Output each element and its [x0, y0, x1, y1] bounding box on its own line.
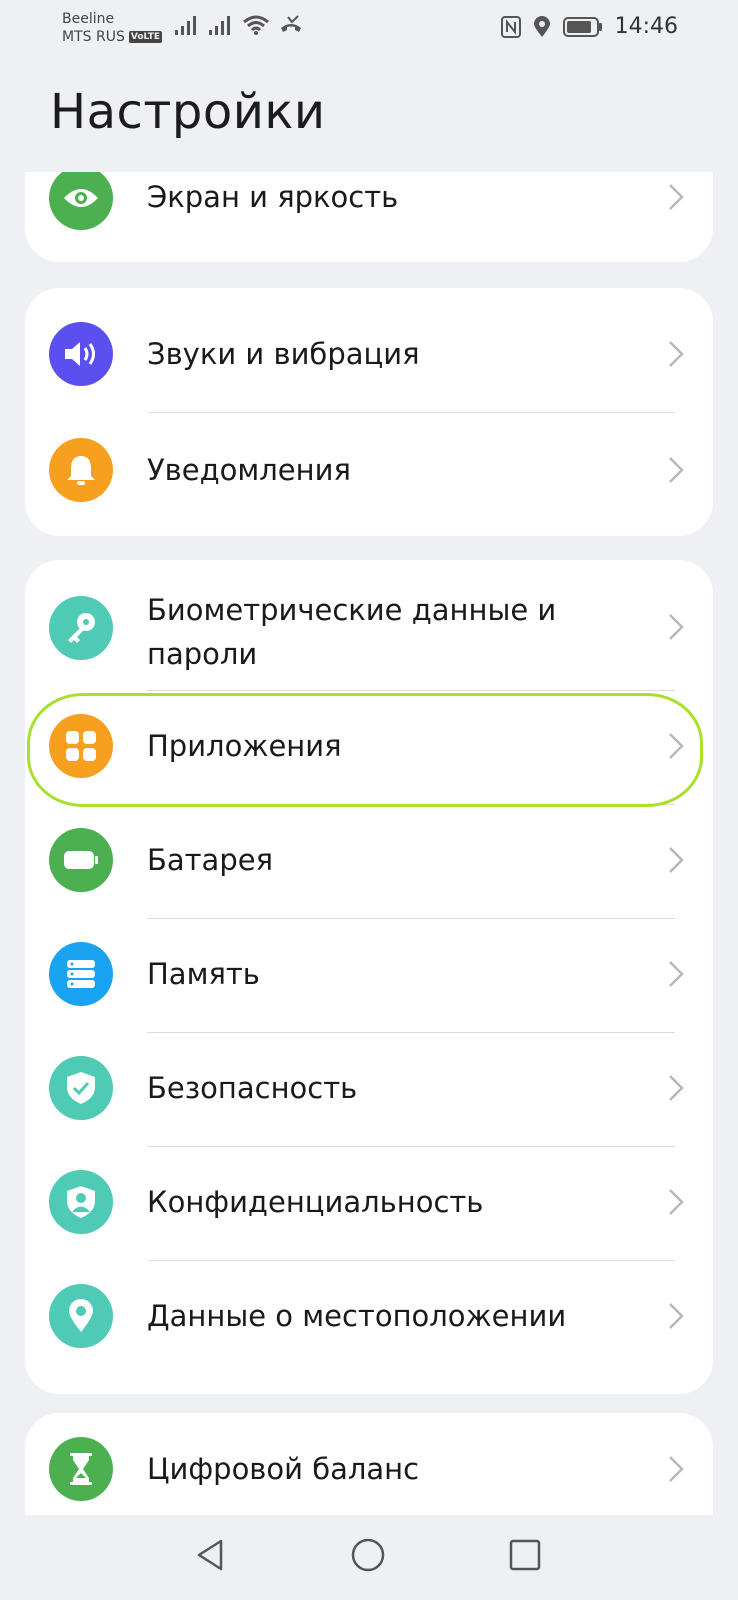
- wifi-icon: [243, 15, 269, 35]
- chevron-right-icon: [669, 457, 684, 483]
- settings-item-digital-balance[interactable]: Цифровой баланс: [25, 1413, 713, 1525]
- settings-item-label: Биометрические данные и пароли: [147, 593, 557, 671]
- eye-icon: [49, 172, 113, 230]
- key-icon: [49, 596, 113, 660]
- chevron-right-icon: [669, 341, 684, 367]
- hourglass-icon: [49, 1437, 113, 1501]
- settings-item-notifications[interactable]: Уведомления: [25, 412, 713, 524]
- signal-icon: [209, 16, 230, 35]
- call-icon: [281, 15, 301, 32]
- storage-icon: [49, 942, 113, 1006]
- navigation-bar: [0, 1515, 738, 1600]
- status-bar: Beeline MTS RUS VoLTE 14:46: [0, 0, 738, 60]
- recents-icon[interactable]: [507, 1537, 543, 1573]
- settings-item-label: Данные о местоположении: [147, 1299, 567, 1333]
- chevron-right-icon: [669, 614, 684, 640]
- chevron-right-icon: [669, 184, 684, 210]
- location-icon: [49, 1284, 113, 1348]
- back-icon[interactable]: [193, 1537, 229, 1573]
- chevron-right-icon: [669, 1075, 684, 1101]
- chevron-right-icon: [669, 1456, 684, 1482]
- settings-group-sound: Звуки и вибрация Уведомления: [25, 288, 713, 536]
- settings-item-label: Цифровой баланс: [147, 1452, 420, 1486]
- chevron-right-icon: [669, 1303, 684, 1329]
- settings-item-label: Конфиденциальность: [147, 1185, 484, 1219]
- settings-item-display[interactable]: Экран и яркость: [25, 172, 713, 230]
- settings-item-label: Экран и яркость: [147, 180, 399, 214]
- settings-item-security[interactable]: Безопасность: [25, 1032, 713, 1144]
- volume-icon: [49, 322, 113, 386]
- carrier-1: Beeline: [62, 11, 115, 27]
- chevron-right-icon: [669, 961, 684, 987]
- chevron-right-icon: [669, 733, 684, 759]
- settings-item-label: Уведомления: [147, 453, 351, 487]
- carrier-info: Beeline MTS RUS VoLTE: [62, 10, 163, 46]
- settings-item-storage[interactable]: Память: [25, 918, 713, 1030]
- settings-group-system: Биометрические данные и пароли Приложени…: [25, 560, 713, 1394]
- settings-item-label: Безопасность: [147, 1071, 358, 1105]
- shield-icon: [49, 1056, 113, 1120]
- battery-icon: [562, 16, 602, 37]
- settings-item-apps[interactable]: Приложения: [25, 690, 713, 802]
- nfc-icon: [500, 15, 521, 38]
- settings-item-label: Звуки и вибрация: [147, 337, 420, 371]
- settings-item-location[interactable]: Данные о местоположении: [25, 1260, 713, 1372]
- settings-item-label: Приложения: [147, 729, 342, 763]
- chevron-right-icon: [669, 1189, 684, 1215]
- signal-icon: [175, 16, 196, 35]
- bell-icon: [49, 438, 113, 502]
- volte-badge: VoLTE: [128, 31, 163, 43]
- settings-item-biometrics[interactable]: Биометрические данные и пароли: [25, 560, 713, 688]
- battery-icon: [49, 828, 113, 892]
- settings-item-battery[interactable]: Батарея: [25, 804, 713, 916]
- carrier-2: MTS RUS: [62, 29, 125, 45]
- home-icon[interactable]: [350, 1537, 386, 1573]
- clock: 14:46: [614, 14, 678, 39]
- apps-icon: [49, 714, 113, 778]
- settings-item-privacy[interactable]: Конфиденциальность: [25, 1146, 713, 1258]
- settings-group-display: Экран и яркость: [25, 172, 713, 262]
- settings-item-label: Память: [147, 957, 260, 991]
- settings-item-label: Батарея: [147, 843, 274, 877]
- page-title: Настройки: [50, 84, 326, 140]
- settings-item-sound[interactable]: Звуки и вибрация: [25, 298, 713, 410]
- privacy-icon: [49, 1170, 113, 1234]
- location-icon: [533, 15, 550, 37]
- chevron-right-icon: [669, 847, 684, 873]
